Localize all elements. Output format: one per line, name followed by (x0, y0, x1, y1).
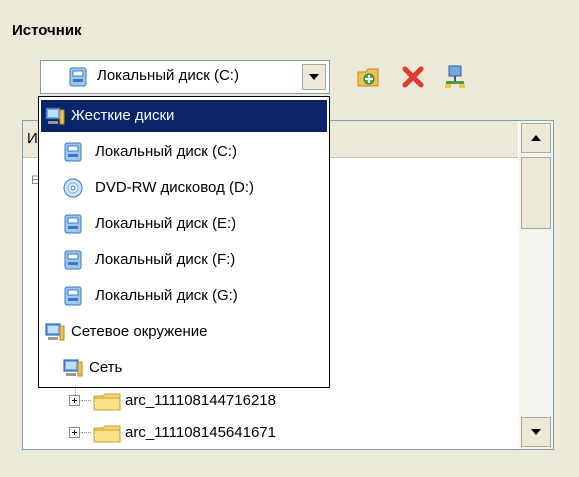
dropdown-item-hard-disks[interactable]: Жесткие диски (41, 100, 327, 132)
source-combo[interactable]: Локальный диск (C:) (40, 60, 330, 94)
dropdown-item-disk-f[interactable]: Локальный диск (F:) (41, 244, 327, 276)
hard-disk-icon (64, 250, 82, 270)
folder-icon (93, 393, 121, 411)
dropdown-item-label: Локальный диск (C:) (95, 143, 237, 160)
scroll-down-button[interactable] (521, 417, 551, 447)
dropdown-item-label: Жесткие диски (71, 107, 175, 124)
scroll-up-button[interactable] (521, 123, 551, 153)
red-x-icon (402, 66, 424, 88)
chevron-down-icon (309, 74, 319, 80)
combo-value: Локальный диск (C:) (97, 67, 239, 84)
tree-connector (81, 432, 91, 433)
computer-icon (45, 323, 65, 341)
combo-dropdown-button[interactable] (302, 64, 326, 90)
computer-icon (45, 107, 65, 125)
dropdown-item-disk-g[interactable]: Локальный диск (G:) (41, 280, 327, 312)
delete-button[interactable] (400, 64, 426, 90)
scroll-thumb[interactable] (521, 157, 551, 229)
dropdown-item-label: Локальный диск (E:) (95, 215, 237, 232)
network-icon (445, 65, 465, 88)
tree-header-label: И (27, 130, 38, 147)
dropdown-item-label: Сеть (89, 359, 123, 376)
section-title: Источник (12, 22, 82, 39)
dropdown-item-disk-c[interactable]: Локальный диск (C:) (41, 136, 327, 168)
dropdown-item-network-neighborhood[interactable]: Сетевое окружение (41, 316, 327, 348)
chevron-down-icon (531, 429, 541, 435)
source-dropdown-list[interactable]: Жесткие диски Локальный диск (C:) DVD-RW… (38, 96, 330, 388)
hard-disk-icon (69, 67, 87, 87)
hard-disk-icon (64, 142, 82, 162)
vertical-scrollbar[interactable] (519, 121, 553, 449)
folder-add-icon (357, 68, 379, 87)
dropdown-item-disk-e[interactable]: Локальный диск (E:) (41, 208, 327, 240)
tree-row-label: arc_111108145641671 (125, 424, 276, 441)
tree-row-label: arc_111108144716218 (125, 392, 276, 409)
dropdown-item-label: Локальный диск (F:) (95, 251, 236, 268)
hard-disk-icon (64, 286, 82, 306)
dropdown-item-label: Сетевое окружение (71, 323, 208, 340)
dropdown-item-label: DVD-RW дисковод (D:) (95, 179, 254, 196)
computer-icon (63, 359, 83, 377)
source-panel: Источник Локальный диск (C:) И E arc_111… (0, 0, 579, 477)
expand-icon[interactable] (69, 395, 80, 406)
folder-icon (93, 425, 121, 443)
tree-connector (81, 400, 91, 401)
network-button[interactable] (442, 64, 468, 90)
dropdown-item-dvd-d[interactable]: DVD-RW дисковод (D:) (41, 172, 327, 204)
dropdown-item-network[interactable]: Сеть (41, 352, 327, 384)
hard-disk-icon (64, 214, 82, 234)
chevron-up-icon (531, 135, 541, 141)
expand-icon[interactable] (69, 427, 80, 438)
dropdown-item-label: Локальный диск (G:) (95, 287, 238, 304)
dvd-icon (63, 178, 83, 198)
add-folder-button[interactable] (356, 64, 382, 90)
